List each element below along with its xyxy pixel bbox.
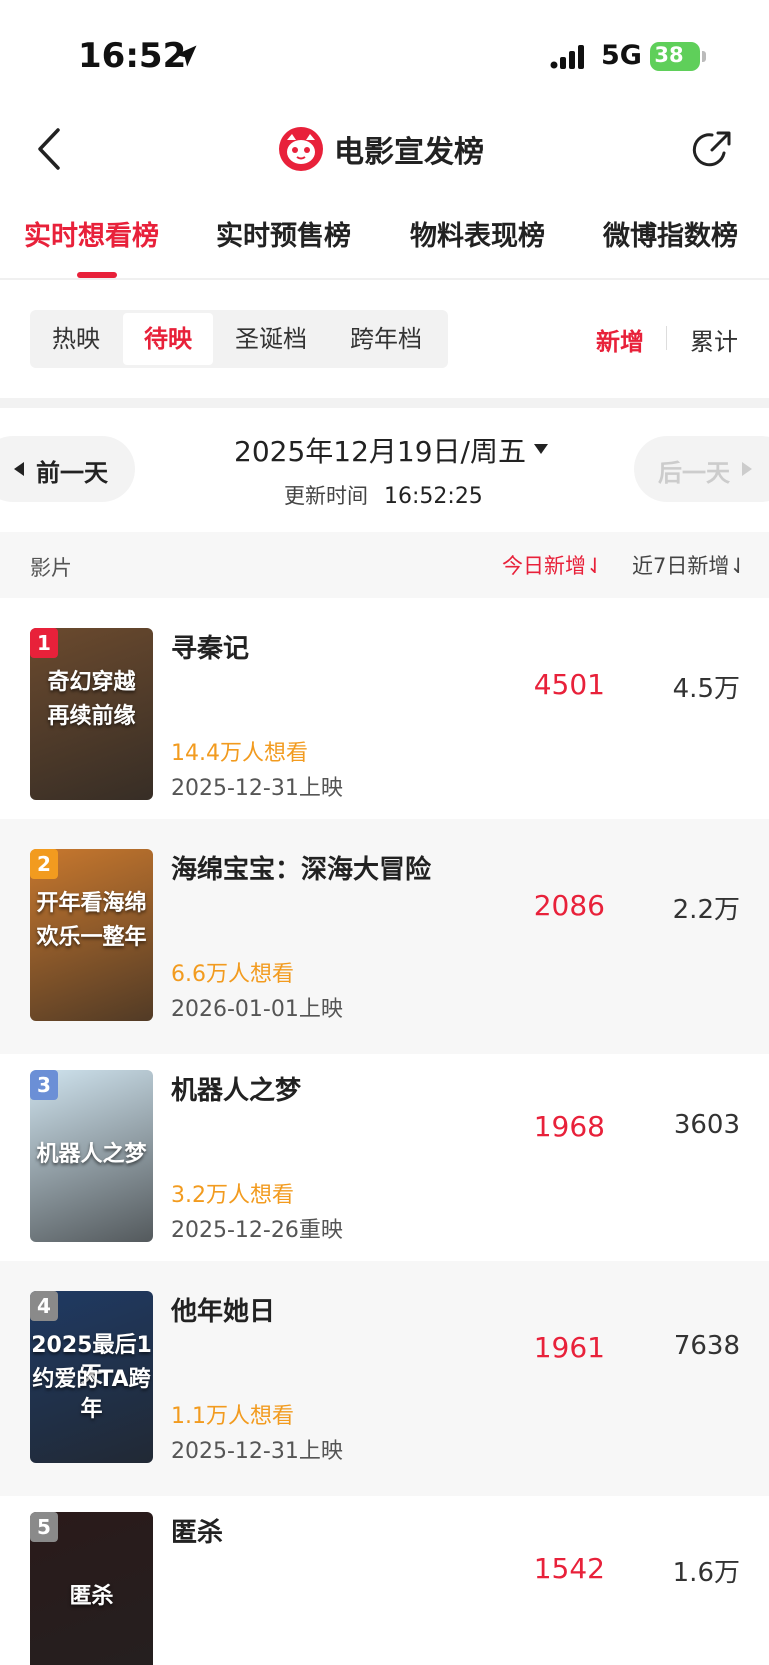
film-poster: 5 匿杀 (30, 1512, 153, 1665)
poster-caption: 欢乐一整年 (36, 925, 147, 950)
segment-christmas[interactable]: 圣诞档 (217, 310, 325, 368)
want-to-see-count: 14.4万人想看 (171, 741, 308, 766)
film-row[interactable]: 3 机器人之梦 机器人之梦 3.2万人想看 2025-12-26重映 1968 3603 (0, 1040, 769, 1275)
caret-down-icon (533, 444, 548, 454)
update-label: 更新时间 (284, 484, 368, 508)
next-day-label: 后一天 (658, 459, 730, 487)
nav-title-group: 电影宣发榜 (278, 124, 484, 174)
mode-divider (666, 326, 667, 350)
release-segment-control: 热映 待映 圣诞档 跨年档 (30, 310, 448, 368)
status-bar: 16:52 5G 38 (0, 0, 769, 110)
week-new-value: 2.2万 (672, 895, 740, 925)
release-date: 2025-12-31上映 (171, 1439, 343, 1464)
rank-badge: 1 (30, 628, 58, 658)
section-divider (0, 398, 769, 408)
tab-weibo-index[interactable]: 微博指数榜 (603, 214, 738, 253)
battery-level: 38 (654, 43, 684, 67)
rank-badge: 3 (30, 1070, 58, 1100)
poster-caption: 奇幻穿越 (47, 670, 136, 695)
nav-bar: 电影宣发榜 (0, 110, 769, 190)
mode-new-button[interactable]: 新增 (596, 322, 644, 357)
triangle-left-icon (14, 462, 24, 476)
release-date: 2025-12-31上映 (171, 776, 343, 801)
film-row[interactable]: 1 奇幻穿越 再续前缘 寻秦记 14.4万人想看 2025-12-31上映 4501 4.5万 (0, 598, 769, 833)
mode-total-button[interactable]: 累计 (690, 322, 738, 357)
maoyan-cat-logo-icon (279, 127, 323, 171)
segment-upcoming[interactable]: 待映 (123, 313, 213, 365)
column-film: 影片 (30, 556, 72, 580)
page-title: 电影宣发榜 (334, 135, 484, 170)
want-to-see-count: 3.2万人想看 (171, 1183, 294, 1208)
film-poster: 3 机器人之梦 (30, 1070, 153, 1242)
film-poster: 4 2025最后1天 约爱的TA跨年 (30, 1291, 153, 1463)
poster-caption: 约爱的TA跨年 (32, 1367, 151, 1422)
signal-icon (550, 45, 584, 69)
rank-badge: 4 (30, 1291, 58, 1321)
battery-icon: 38 (650, 42, 706, 71)
page: 16:52 5G 38 电影宣发榜 实时想看榜 实时预售榜 物料表现榜 微博指数… (0, 0, 769, 1665)
prev-day-label: 前一天 (36, 459, 108, 487)
date-navigator: 前一天 2025年12月19日/周五 更新时间 16:52:25 后一天 (0, 408, 769, 532)
sort-today-new[interactable]: 今日新增⇃ (502, 550, 604, 580)
film-poster: 1 奇幻穿越再续前缘 (30, 628, 153, 800)
film-row[interactable]: 4 2025最后1天 约爱的TA跨年 他年她日 1.1万人想看 2025-12-31上映 1… (0, 1261, 769, 1496)
film-title: 匿杀 (171, 1518, 224, 1548)
active-tab-indicator (77, 272, 117, 278)
film-row[interactable]: 2 开年看海绵欢乐一整年 海绵宝宝：深海大冒险 6.6万人想看 2026-01-01上映… (0, 819, 769, 1054)
update-info: 更新时间 16:52:25 (284, 480, 483, 510)
sort-week-new[interactable]: 近7日新增⇃ (632, 550, 747, 580)
status-time: 16:52 (78, 36, 187, 76)
table-header: 影片 今日新增⇃ 近7日新增⇃ (0, 532, 769, 598)
release-date: 2026-01-01上映 (171, 997, 343, 1022)
want-to-see-count: 1.1万人想看 (171, 1404, 294, 1429)
poster-caption: 匿杀 (69, 1584, 114, 1609)
release-date: 2025-12-26重映 (171, 1218, 343, 1243)
film-title: 海绵宝宝：深海大冒险 (171, 855, 432, 885)
segment-new-year[interactable]: 跨年档 (330, 310, 442, 368)
filter-row: 热映 待映 圣诞档 跨年档 新增 累计 (0, 280, 769, 398)
rank-badge: 2 (30, 849, 58, 879)
share-icon[interactable] (690, 126, 736, 172)
tab-want-to-see[interactable]: 实时想看榜 (24, 214, 159, 253)
tab-presale[interactable]: 实时预售榜 (216, 214, 351, 253)
location-arrow-icon (175, 45, 197, 67)
triangle-right-icon (742, 462, 752, 476)
film-title: 他年她日 (171, 1297, 276, 1327)
week-new-value: 4.5万 (672, 674, 740, 704)
tab-material[interactable]: 物料表现榜 (410, 214, 545, 253)
film-title: 寻秦记 (171, 634, 250, 664)
rank-badge: 5 (30, 1512, 58, 1542)
update-time: 16:52:25 (384, 484, 483, 509)
film-poster: 2 开年看海绵欢乐一整年 (30, 849, 153, 1021)
week-new-value: 3603 (673, 1110, 740, 1140)
date-picker[interactable]: 2025年12月19日/周五 (234, 430, 548, 470)
back-icon[interactable] (30, 124, 70, 174)
network-label: 5G (601, 40, 642, 71)
ranking-tabs: 实时想看榜 实时预售榜 物料表现榜 微博指数榜 (0, 200, 769, 280)
poster-caption: 再续前缘 (47, 704, 136, 729)
poster-caption: 开年看海绵 (36, 891, 147, 916)
week-new-value: 1.6万 (672, 1558, 740, 1588)
segment-now-showing[interactable]: 热映 (30, 310, 122, 368)
prev-day-button[interactable]: 前一天 (0, 436, 135, 502)
film-title: 机器人之梦 (171, 1076, 302, 1106)
poster-caption: 机器人之梦 (36, 1142, 147, 1167)
film-row[interactable]: 5 匿杀 匿杀 1542 1.6万 (0, 1482, 769, 1665)
date-label: 2025年12月19日/周五 (234, 435, 526, 468)
week-new-value: 7638 (673, 1331, 740, 1361)
next-day-button[interactable]: 后一天 (634, 436, 769, 502)
want-to-see-count: 6.6万人想看 (171, 962, 294, 987)
